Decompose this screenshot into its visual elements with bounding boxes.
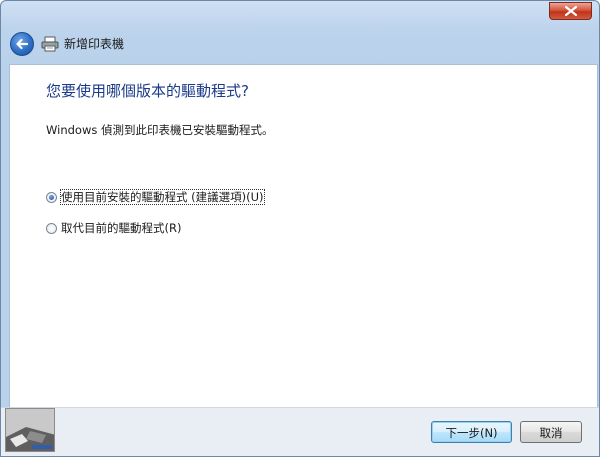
page-description: Windows 偵測到此印表機已安裝驅動程式。 xyxy=(46,123,274,137)
radio-use-current-driver[interactable] xyxy=(46,191,57,203)
back-button[interactable] xyxy=(10,32,34,56)
back-arrow-icon xyxy=(16,38,29,50)
close-icon xyxy=(565,6,577,16)
wizard-footer: 下一步(N) 取消 xyxy=(1,407,599,456)
desktop-thumbnail-image xyxy=(5,408,55,452)
option-replace-driver[interactable]: 取代目前的驅動程式(R) xyxy=(46,220,181,236)
page-heading: 您要使用哪個版本的驅動程式? xyxy=(46,82,249,100)
printer-icon xyxy=(41,36,59,52)
add-printer-window: 新增印表機 您要使用哪個版本的驅動程式? Windows 偵測到此印表機已安裝驅… xyxy=(0,0,600,457)
wizard-content: 您要使用哪個版本的驅動程式? Windows 偵測到此印表機已安裝驅動程式。 使… xyxy=(9,64,598,407)
option-label-use-current-driver: 使用目前安裝的驅動程式 (建議選項)(U) xyxy=(60,189,265,205)
window-title: 新增印表機 xyxy=(64,37,125,51)
close-button[interactable] xyxy=(549,2,592,20)
option-use-current-driver[interactable]: 使用目前安裝的驅動程式 (建議選項)(U) xyxy=(46,189,265,205)
cancel-button[interactable]: 取消 xyxy=(520,421,582,443)
next-button[interactable]: 下一步(N) xyxy=(431,421,512,443)
radio-replace-driver[interactable] xyxy=(46,222,57,234)
option-label-replace-driver: 取代目前的驅動程式(R) xyxy=(61,221,182,235)
